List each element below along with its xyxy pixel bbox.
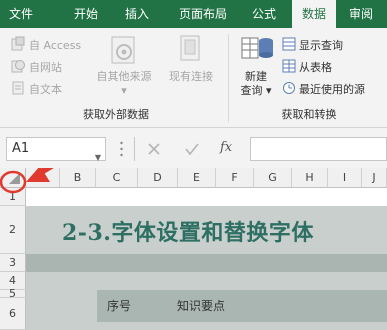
formula-input[interactable] bbox=[250, 137, 387, 161]
tab-home[interactable]: 开始 bbox=[62, 0, 110, 28]
worksheet-grid[interactable]: A B C D E F G H I J 1 2 3 4 5 6 2-3.字体设置… bbox=[0, 168, 387, 330]
annotation-arrow bbox=[0, 168, 54, 194]
tab-file[interactable]: 文件 bbox=[0, 0, 42, 28]
divider bbox=[134, 137, 135, 161]
existing-connections-icon bbox=[175, 34, 205, 71]
existing-connections-button[interactable]: 现有连接 bbox=[162, 70, 220, 84]
group-separator bbox=[228, 34, 229, 122]
table-icon bbox=[282, 59, 296, 76]
recent-sources-button[interactable]: 最近使用的源 bbox=[282, 80, 365, 98]
highlight-circle bbox=[0, 170, 27, 194]
new-query-label-2: 查询 bbox=[240, 84, 263, 97]
chevron-down-icon[interactable]: ▼ bbox=[95, 147, 101, 169]
ribbon-data: 自 Access 自网站 自文本 自其他来源 ▾ 现有连接 获取外部数据 新建 查… bbox=[0, 28, 387, 128]
insert-function-button[interactable]: fx bbox=[220, 140, 232, 155]
from-table-label: 从表格 bbox=[299, 61, 332, 74]
name-box-value: A1 bbox=[12, 141, 30, 156]
web-icon bbox=[10, 58, 26, 77]
other-sources-icon bbox=[108, 34, 140, 71]
from-web-label: 自网站 bbox=[29, 61, 62, 74]
group-label-external-data: 获取外部数据 bbox=[83, 108, 149, 121]
cancel-icon[interactable] bbox=[148, 143, 160, 158]
arrow-shaft bbox=[35, 168, 54, 177]
new-query-button[interactable]: 新建 查询 ▾ bbox=[234, 70, 278, 98]
from-text-button[interactable]: 自文本 bbox=[10, 80, 62, 98]
from-web-button[interactable]: 自网站 bbox=[10, 58, 62, 76]
dropdown-caret-icon: ▾ bbox=[262, 84, 272, 97]
show-queries-label: 显示查询 bbox=[299, 39, 343, 52]
show-queries-icon bbox=[282, 37, 296, 54]
ribbon-tab-bar: 文件 开始 插入 页面布局 公式 数据 审阅 bbox=[0, 0, 387, 28]
formula-bar: A1 ▼ fx bbox=[0, 128, 387, 168]
name-box[interactable]: A1 ▼ bbox=[6, 137, 106, 162]
other-sources-label: 自其他来源 bbox=[96, 70, 152, 83]
from-access-label: 自 Access bbox=[29, 39, 82, 52]
access-icon bbox=[10, 36, 26, 55]
new-query-label-1: 新建 bbox=[245, 70, 267, 83]
tab-review[interactable]: 审阅 bbox=[340, 0, 382, 28]
recent-sources-icon bbox=[282, 81, 296, 98]
recent-sources-label: 最近使用的源 bbox=[299, 83, 365, 96]
tab-page-layout[interactable]: 页面布局 bbox=[170, 0, 236, 28]
text-file-icon bbox=[10, 80, 26, 99]
from-table-button[interactable]: 从表格 bbox=[282, 58, 332, 76]
dropdown-caret-icon: ▾ bbox=[121, 84, 127, 97]
tab-formulas[interactable]: 公式 bbox=[244, 0, 284, 28]
from-text-label: 自文本 bbox=[29, 83, 62, 96]
other-sources-button[interactable]: 自其他来源 ▾ bbox=[92, 70, 156, 98]
from-access-button[interactable]: 自 Access bbox=[10, 36, 81, 54]
confirm-icon[interactable] bbox=[185, 142, 199, 159]
more-options-icon bbox=[120, 141, 123, 157]
tab-insert[interactable]: 插入 bbox=[116, 0, 158, 28]
show-queries-button[interactable]: 显示查询 bbox=[282, 36, 343, 54]
group-label-get-transform: 获取和转换 bbox=[281, 108, 337, 121]
tab-data[interactable]: 数据 bbox=[292, 0, 336, 28]
new-query-icon bbox=[240, 32, 276, 67]
